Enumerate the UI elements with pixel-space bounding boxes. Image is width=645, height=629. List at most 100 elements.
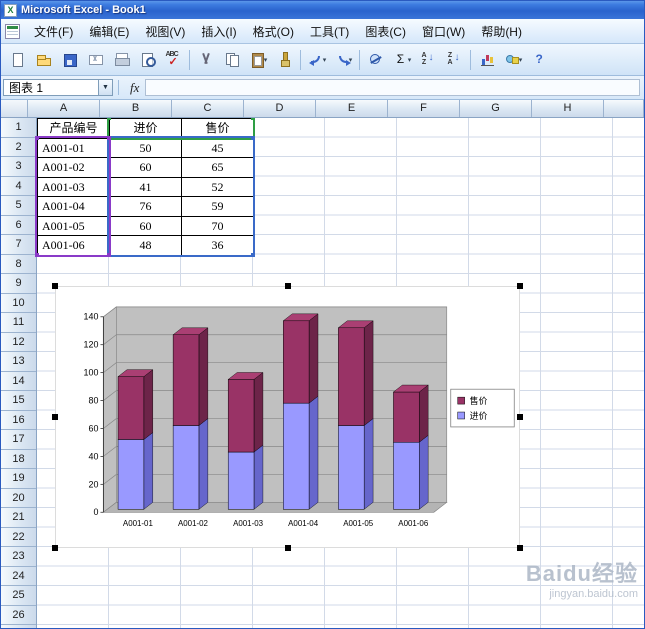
chart-selection-handle[interactable] [52, 283, 58, 289]
cell-C1[interactable]: 售价 [181, 118, 254, 139]
row-header-23[interactable]: 23 [1, 547, 36, 567]
row-header-8[interactable]: 8 [1, 255, 36, 274]
sort-ascending-button[interactable] [416, 48, 440, 72]
column-header-e[interactable]: E [316, 100, 388, 117]
row-header-9[interactable]: 9 [1, 274, 36, 294]
cell-A3[interactable]: A001-02 [37, 157, 110, 178]
sort-descending-button[interactable] [442, 48, 466, 72]
name-box-dropdown-icon[interactable]: ▼ [99, 79, 113, 96]
print-button[interactable] [109, 48, 133, 72]
cell-A2[interactable]: A001-01 [37, 137, 110, 158]
row-header-20[interactable]: 20 [1, 489, 36, 508]
cell-A5[interactable]: A001-04 [37, 196, 110, 217]
redo-button[interactable]: ▾ [331, 48, 355, 72]
cell-C4[interactable]: 52 [181, 176, 254, 197]
menu-item-i[interactable]: 插入(I) [193, 20, 244, 43]
row-header-1[interactable]: 1 [1, 118, 36, 138]
column-header-b[interactable]: B [100, 100, 172, 117]
column-header-g[interactable]: G [460, 100, 532, 117]
cell-C5[interactable]: 59 [181, 196, 254, 217]
chart-selection-handle[interactable] [517, 545, 523, 551]
cell-C2[interactable]: 45 [181, 137, 254, 158]
autosum-button[interactable]: ▾ [390, 48, 414, 72]
chart-selection-handle[interactable] [52, 545, 58, 551]
row-header-13[interactable]: 13 [1, 352, 36, 372]
formula-input[interactable] [145, 79, 640, 96]
select-all-corner[interactable] [1, 100, 28, 117]
hyperlink-button[interactable] [364, 48, 388, 72]
print-preview-button[interactable] [135, 48, 159, 72]
cell-A4[interactable]: A001-03 [37, 176, 110, 197]
chart-object[interactable]: 0 20 40 60 80 100 120 140 A001-01 A001-02 A001-03 A… [55, 286, 520, 548]
row-header-17[interactable]: 17 [1, 430, 36, 450]
row-header-24[interactable]: 24 [1, 567, 36, 586]
cell-C3[interactable]: 65 [181, 157, 254, 178]
paste-button[interactable]: ▾ [246, 48, 270, 72]
chart-selection-handle[interactable] [517, 414, 523, 420]
row-header-5[interactable]: 5 [1, 196, 36, 216]
chart-selection-handle[interactable] [52, 414, 58, 420]
chart-selection-handle[interactable] [517, 283, 523, 289]
save-button[interactable] [57, 48, 81, 72]
name-box[interactable]: 图表 1 [3, 79, 99, 96]
column-header-d[interactable]: D [244, 100, 316, 117]
row-header-7[interactable]: 7 [1, 235, 36, 255]
row-header-19[interactable]: 19 [1, 469, 36, 489]
menu-item-v[interactable]: 视图(V) [137, 20, 193, 43]
cell-B3[interactable]: 60 [109, 157, 182, 178]
cell-B6[interactable]: 60 [109, 215, 182, 236]
cell-A1[interactable]: 产品编号 [37, 118, 110, 139]
row-header-12[interactable]: 12 [1, 333, 36, 352]
column-header-h[interactable]: H [532, 100, 604, 117]
cell-B2[interactable]: 50 [109, 137, 182, 158]
spelling-button[interactable] [161, 48, 185, 72]
format-painter-button[interactable] [272, 48, 296, 72]
drawing-button[interactable]: ▾ [501, 48, 525, 72]
row-header-6[interactable]: 6 [1, 216, 36, 235]
cut-button[interactable] [194, 48, 218, 72]
column-header-a[interactable]: A [28, 100, 100, 117]
column-header-c[interactable]: C [172, 100, 244, 117]
help-button[interactable] [527, 48, 551, 72]
menu-item-w[interactable]: 窗口(W) [414, 20, 473, 43]
row-header-4[interactable]: 4 [1, 177, 36, 196]
insert-function-button[interactable]: fx [124, 80, 145, 96]
menu-item-f[interactable]: 文件(F) [26, 20, 81, 43]
row-header-26[interactable]: 26 [1, 606, 36, 625]
undo-button[interactable]: ▾ [305, 48, 329, 72]
cell-C7[interactable]: 36 [181, 235, 254, 256]
chart-selection-handle[interactable] [284, 545, 291, 551]
row-header-3[interactable]: 3 [1, 157, 36, 177]
cell-B4[interactable]: 41 [109, 176, 182, 197]
cell-A6[interactable]: A001-05 [37, 215, 110, 236]
row-header-21[interactable]: 21 [1, 508, 36, 528]
open-button[interactable] [31, 48, 55, 72]
menu-item-e[interactable]: 编辑(E) [81, 20, 137, 43]
column-header-f[interactable]: F [388, 100, 460, 117]
row-header-15[interactable]: 15 [1, 391, 36, 411]
row-header-14[interactable]: 14 [1, 372, 36, 391]
row-header-18[interactable]: 18 [1, 450, 36, 469]
email-button[interactable] [83, 48, 107, 72]
menu-item-t[interactable]: 工具(T) [302, 20, 357, 43]
cell-B1[interactable]: 进价 [109, 118, 182, 139]
row-header-10[interactable]: 10 [1, 294, 36, 313]
row-header-2[interactable]: 2 [1, 138, 36, 157]
cell-B5[interactable]: 76 [109, 196, 182, 217]
new-button[interactable] [5, 48, 29, 72]
menu-item-h[interactable]: 帮助(H) [473, 20, 530, 43]
copy-button[interactable] [220, 48, 244, 72]
row-header-16[interactable]: 16 [1, 411, 36, 430]
row-header-11[interactable]: 11 [1, 313, 36, 333]
chart-wizard-button[interactable] [475, 48, 499, 72]
cell-C6[interactable]: 70 [181, 215, 254, 236]
chart-selection-handle[interactable] [284, 283, 291, 289]
worksheet-menu-icon[interactable] [5, 23, 20, 39]
row-header-25[interactable]: 25 [1, 586, 36, 606]
cell-A7[interactable]: A001-06 [37, 235, 110, 256]
row-header-22[interactable]: 22 [1, 528, 36, 547]
menu-item-o[interactable]: 格式(O) [245, 20, 302, 43]
cells-area[interactable]: 产品编号 进价 售价 A001-01 50 45 A001-02 60 65 A001-03 41 5… [35, 118, 644, 628]
menu-item-c[interactable]: 图表(C) [357, 20, 414, 43]
cell-B7[interactable]: 48 [109, 235, 182, 256]
